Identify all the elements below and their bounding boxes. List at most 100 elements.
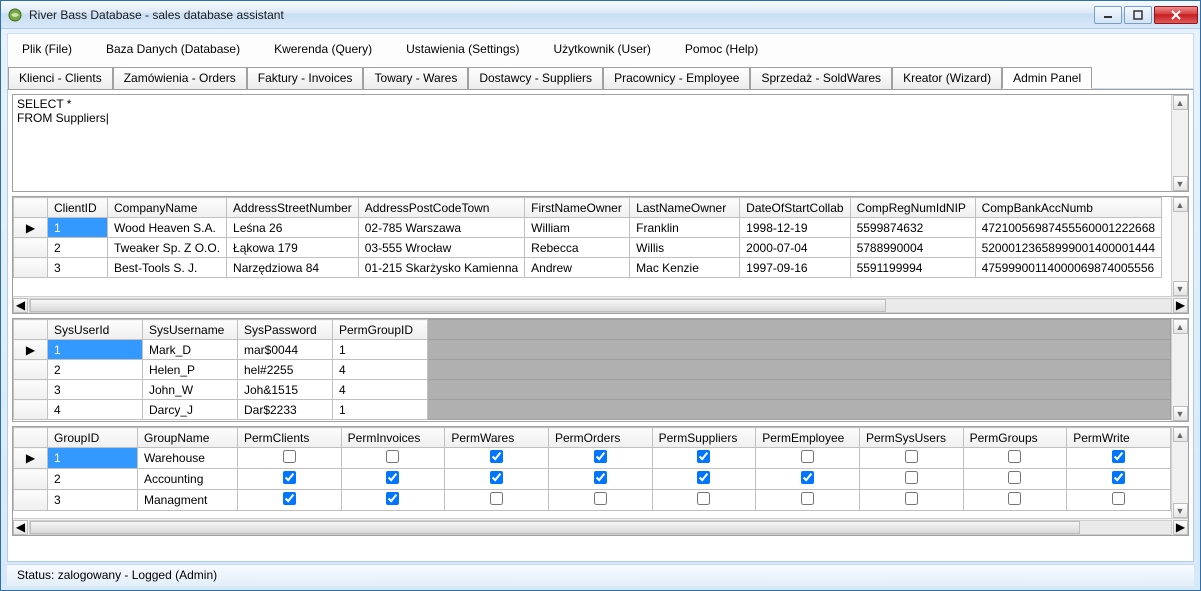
col-header[interactable]: PermClients — [238, 428, 342, 448]
cell[interactable]: 2 — [48, 238, 108, 258]
perm-checkbox[interactable] — [594, 492, 607, 505]
scroll-up-icon[interactable]: ▲ — [1173, 197, 1188, 212]
perm-checkbox-cell[interactable] — [756, 469, 860, 490]
cell[interactable]: 4 — [48, 400, 143, 420]
cell[interactable]: 03-555 Wrocław — [358, 238, 524, 258]
col-header[interactable]: FirstNameOwner — [525, 198, 630, 218]
perm-checkbox[interactable] — [490, 450, 503, 463]
scroll-down-icon[interactable]: ▼ — [1173, 406, 1188, 421]
perm-checkbox[interactable] — [1112, 450, 1125, 463]
scroll-right-icon[interactable]: ▶ — [1173, 520, 1188, 535]
tab-klienci-clients[interactable]: Klienci - Clients — [8, 67, 113, 89]
close-button[interactable] — [1154, 6, 1198, 24]
cell[interactable]: 2 — [48, 360, 143, 380]
perm-checkbox[interactable] — [697, 450, 710, 463]
cell[interactable]: Warehouse — [138, 448, 238, 469]
cell[interactable]: John_W — [143, 380, 238, 400]
table-row[interactable]: 3Managment — [14, 490, 1171, 511]
scroll-up-icon[interactable]: ▲ — [1173, 319, 1188, 334]
col-header[interactable]: CompRegNumIdNIP — [850, 198, 975, 218]
perm-checkbox[interactable] — [283, 450, 296, 463]
perm-checkbox[interactable] — [905, 492, 918, 505]
tab-faktury-invoices[interactable]: Faktury - Invoices — [247, 67, 364, 89]
row-header[interactable]: ▶ — [14, 218, 48, 238]
cell[interactable]: 47210056987455560001222668 — [975, 218, 1162, 238]
perm-checkbox[interactable] — [697, 492, 710, 505]
scroll-right-icon[interactable]: ▶ — [1173, 298, 1188, 313]
cell[interactable]: 2 — [48, 469, 138, 490]
row-header[interactable]: ▶ — [14, 448, 48, 469]
menu-item-1[interactable]: Baza Danych (Database) — [100, 38, 246, 60]
col-header[interactable]: GroupID — [48, 428, 138, 448]
perm-checkbox-cell[interactable] — [756, 490, 860, 511]
grid1-hscrollbar[interactable]: ◀ ▶ — [13, 296, 1188, 313]
perm-checkbox[interactable] — [386, 450, 399, 463]
perm-checkbox-cell[interactable] — [341, 490, 445, 511]
table-row[interactable]: 2Tweaker Sp. Z O.O.Łąkowa 17903-555 Wroc… — [14, 238, 1162, 258]
perm-checkbox-cell[interactable] — [859, 490, 963, 511]
col-header[interactable]: LastNameOwner — [630, 198, 740, 218]
scroll-left-icon[interactable]: ◀ — [13, 520, 28, 535]
cell[interactable]: hel#2255 — [238, 360, 333, 380]
col-header[interactable]: SysUserId — [48, 320, 143, 340]
permgroups-grid[interactable]: GroupIDGroupNamePermClientsPermInvoices P… — [13, 427, 1171, 511]
perm-checkbox-cell[interactable] — [1067, 469, 1171, 490]
grid2-vscrollbar[interactable]: ▲ ▼ — [1171, 319, 1188, 421]
cell[interactable]: 3 — [48, 490, 138, 511]
cell[interactable]: William — [525, 218, 630, 238]
cell[interactable]: 4 — [333, 360, 428, 380]
cell[interactable]: 1 — [48, 448, 138, 469]
col-header[interactable]: GroupName — [138, 428, 238, 448]
perm-checkbox[interactable] — [490, 492, 503, 505]
perm-checkbox-cell[interactable] — [1067, 448, 1171, 469]
maximize-button[interactable] — [1124, 6, 1152, 24]
cell[interactable]: 1 — [48, 218, 108, 238]
perm-checkbox[interactable] — [386, 492, 399, 505]
scroll-left-icon[interactable]: ◀ — [13, 298, 28, 313]
cell[interactable]: Dar$2233 — [238, 400, 333, 420]
tab-kreator-wizard-[interactable]: Kreator (Wizard) — [892, 67, 1002, 89]
tab-pracownicy-employee[interactable]: Pracownicy - Employee — [603, 67, 750, 89]
cell[interactable]: Willis — [630, 238, 740, 258]
col-header[interactable]: PermOrders — [548, 428, 652, 448]
table-row[interactable]: 2Accounting — [14, 469, 1171, 490]
perm-checkbox-cell[interactable] — [963, 469, 1067, 490]
perm-checkbox-cell[interactable] — [341, 448, 445, 469]
perm-checkbox[interactable] — [1008, 471, 1021, 484]
perm-checkbox-cell[interactable] — [859, 448, 963, 469]
col-header[interactable]: CompBankAccNumb — [975, 198, 1162, 218]
row-header[interactable] — [14, 360, 48, 380]
col-header[interactable]: PermEmployee — [756, 428, 860, 448]
perm-checkbox-cell[interactable] — [445, 469, 549, 490]
row-header[interactable] — [14, 258, 48, 278]
cell[interactable]: mar$0044 — [238, 340, 333, 360]
menu-item-5[interactable]: Pomoc (Help) — [679, 38, 764, 60]
perm-checkbox-cell[interactable] — [652, 490, 756, 511]
cell[interactable]: Helen_P — [143, 360, 238, 380]
cell[interactable]: Mac Kenzie — [630, 258, 740, 278]
table-row[interactable]: ▶1Warehouse — [14, 448, 1171, 469]
col-header[interactable]: PermInvoices — [341, 428, 445, 448]
perm-checkbox[interactable] — [1112, 492, 1125, 505]
perm-checkbox-cell[interactable] — [963, 490, 1067, 511]
perm-checkbox-cell[interactable] — [445, 490, 549, 511]
cell[interactable]: 2000-07-04 — [740, 238, 850, 258]
menu-item-2[interactable]: Kwerenda (Query) — [268, 38, 378, 60]
sql-editor[interactable] — [13, 95, 1171, 191]
cell[interactable]: Tweaker Sp. Z O.O. — [108, 238, 227, 258]
cell[interactable]: 5599874632 — [850, 218, 975, 238]
scroll-down-icon[interactable]: ▼ — [1173, 176, 1188, 191]
perm-checkbox-cell[interactable] — [548, 448, 652, 469]
cell[interactable]: Łąkowa 179 — [227, 238, 359, 258]
table-row[interactable]: 4Darcy_JDar$22331 — [14, 400, 1171, 420]
cell[interactable]: 5591199994 — [850, 258, 975, 278]
table-row[interactable]: ▶1Mark_Dmar$00441 — [14, 340, 1171, 360]
table-row[interactable]: ▶1Wood Heaven S.A.Leśna 2602-785 Warszaw… — [14, 218, 1162, 238]
cell[interactable]: Accounting — [138, 469, 238, 490]
cell[interactable]: 02-785 Warszawa — [358, 218, 524, 238]
cell[interactable]: 4 — [333, 380, 428, 400]
perm-checkbox[interactable] — [283, 471, 296, 484]
grid1-vscrollbar[interactable]: ▲ ▼ — [1171, 197, 1188, 296]
tab-sprzeda-soldwares[interactable]: Sprzedaż - SoldWares — [750, 67, 892, 89]
cell[interactable]: Andrew — [525, 258, 630, 278]
